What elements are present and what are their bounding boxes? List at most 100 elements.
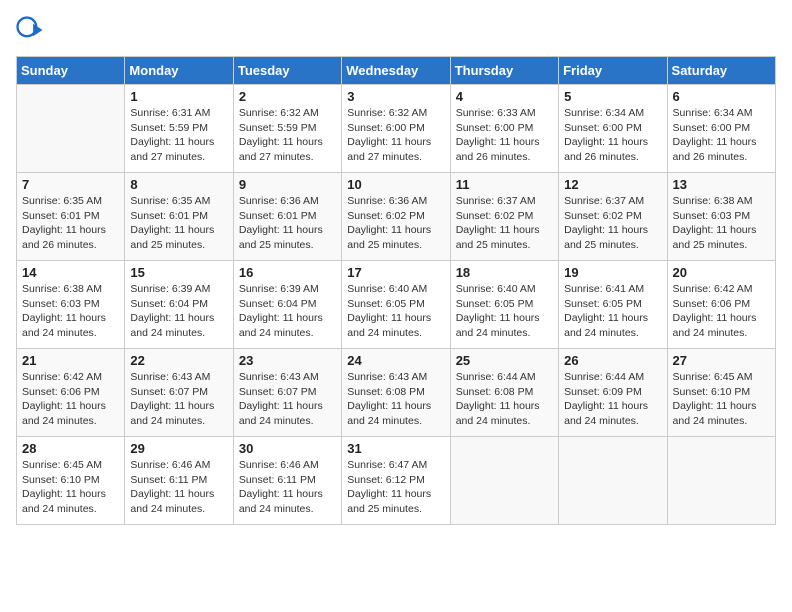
day-number: 17 bbox=[347, 265, 444, 280]
day-number: 26 bbox=[564, 353, 661, 368]
day-number: 7 bbox=[22, 177, 119, 192]
calendar-week-3: 14 Sunrise: 6:38 AMSunset: 6:03 PMDaylig… bbox=[17, 261, 776, 349]
day-detail: Sunrise: 6:45 AMSunset: 6:10 PMDaylight:… bbox=[673, 370, 770, 429]
calendar-cell: 5 Sunrise: 6:34 AMSunset: 6:00 PMDayligh… bbox=[559, 85, 667, 173]
day-detail: Sunrise: 6:38 AMSunset: 6:03 PMDaylight:… bbox=[22, 282, 119, 341]
day-detail: Sunrise: 6:37 AMSunset: 6:02 PMDaylight:… bbox=[456, 194, 553, 253]
day-number: 5 bbox=[564, 89, 661, 104]
day-detail: Sunrise: 6:42 AMSunset: 6:06 PMDaylight:… bbox=[673, 282, 770, 341]
day-number: 6 bbox=[673, 89, 770, 104]
calendar-cell: 19 Sunrise: 6:41 AMSunset: 6:05 PMDaylig… bbox=[559, 261, 667, 349]
calendar-cell: 24 Sunrise: 6:43 AMSunset: 6:08 PMDaylig… bbox=[342, 349, 450, 437]
day-detail: Sunrise: 6:40 AMSunset: 6:05 PMDaylight:… bbox=[456, 282, 553, 341]
calendar-cell bbox=[667, 437, 775, 525]
calendar-cell bbox=[17, 85, 125, 173]
day-detail: Sunrise: 6:46 AMSunset: 6:11 PMDaylight:… bbox=[239, 458, 336, 517]
day-header-saturday: Saturday bbox=[667, 57, 775, 85]
calendar-cell: 13 Sunrise: 6:38 AMSunset: 6:03 PMDaylig… bbox=[667, 173, 775, 261]
day-number: 28 bbox=[22, 441, 119, 456]
calendar-cell: 23 Sunrise: 6:43 AMSunset: 6:07 PMDaylig… bbox=[233, 349, 341, 437]
day-detail: Sunrise: 6:31 AMSunset: 5:59 PMDaylight:… bbox=[130, 106, 227, 165]
calendar-cell: 30 Sunrise: 6:46 AMSunset: 6:11 PMDaylig… bbox=[233, 437, 341, 525]
day-number: 11 bbox=[456, 177, 553, 192]
day-number: 14 bbox=[22, 265, 119, 280]
day-number: 9 bbox=[239, 177, 336, 192]
calendar-cell: 12 Sunrise: 6:37 AMSunset: 6:02 PMDaylig… bbox=[559, 173, 667, 261]
day-detail: Sunrise: 6:44 AMSunset: 6:09 PMDaylight:… bbox=[564, 370, 661, 429]
calendar-cell: 4 Sunrise: 6:33 AMSunset: 6:00 PMDayligh… bbox=[450, 85, 558, 173]
day-detail: Sunrise: 6:43 AMSunset: 6:07 PMDaylight:… bbox=[239, 370, 336, 429]
day-detail: Sunrise: 6:37 AMSunset: 6:02 PMDaylight:… bbox=[564, 194, 661, 253]
calendar-cell: 22 Sunrise: 6:43 AMSunset: 6:07 PMDaylig… bbox=[125, 349, 233, 437]
calendar-cell: 11 Sunrise: 6:37 AMSunset: 6:02 PMDaylig… bbox=[450, 173, 558, 261]
day-detail: Sunrise: 6:38 AMSunset: 6:03 PMDaylight:… bbox=[673, 194, 770, 253]
day-number: 13 bbox=[673, 177, 770, 192]
day-header-wednesday: Wednesday bbox=[342, 57, 450, 85]
day-number: 22 bbox=[130, 353, 227, 368]
day-detail: Sunrise: 6:47 AMSunset: 6:12 PMDaylight:… bbox=[347, 458, 444, 517]
day-detail: Sunrise: 6:43 AMSunset: 6:08 PMDaylight:… bbox=[347, 370, 444, 429]
day-number: 23 bbox=[239, 353, 336, 368]
day-number: 4 bbox=[456, 89, 553, 104]
calendar-cell: 10 Sunrise: 6:36 AMSunset: 6:02 PMDaylig… bbox=[342, 173, 450, 261]
calendar-cell: 18 Sunrise: 6:40 AMSunset: 6:05 PMDaylig… bbox=[450, 261, 558, 349]
day-number: 27 bbox=[673, 353, 770, 368]
day-detail: Sunrise: 6:41 AMSunset: 6:05 PMDaylight:… bbox=[564, 282, 661, 341]
calendar-cell: 6 Sunrise: 6:34 AMSunset: 6:00 PMDayligh… bbox=[667, 85, 775, 173]
calendar-cell: 20 Sunrise: 6:42 AMSunset: 6:06 PMDaylig… bbox=[667, 261, 775, 349]
calendar-week-5: 28 Sunrise: 6:45 AMSunset: 6:10 PMDaylig… bbox=[17, 437, 776, 525]
day-detail: Sunrise: 6:44 AMSunset: 6:08 PMDaylight:… bbox=[456, 370, 553, 429]
day-header-sunday: Sunday bbox=[17, 57, 125, 85]
calendar-cell: 28 Sunrise: 6:45 AMSunset: 6:10 PMDaylig… bbox=[17, 437, 125, 525]
day-detail: Sunrise: 6:32 AMSunset: 6:00 PMDaylight:… bbox=[347, 106, 444, 165]
day-number: 3 bbox=[347, 89, 444, 104]
day-header-monday: Monday bbox=[125, 57, 233, 85]
calendar-cell bbox=[450, 437, 558, 525]
calendar-cell: 29 Sunrise: 6:46 AMSunset: 6:11 PMDaylig… bbox=[125, 437, 233, 525]
day-number: 29 bbox=[130, 441, 227, 456]
day-number: 16 bbox=[239, 265, 336, 280]
day-detail: Sunrise: 6:46 AMSunset: 6:11 PMDaylight:… bbox=[130, 458, 227, 517]
day-detail: Sunrise: 6:32 AMSunset: 5:59 PMDaylight:… bbox=[239, 106, 336, 165]
day-header-thursday: Thursday bbox=[450, 57, 558, 85]
calendar-cell: 27 Sunrise: 6:45 AMSunset: 6:10 PMDaylig… bbox=[667, 349, 775, 437]
day-detail: Sunrise: 6:35 AMSunset: 6:01 PMDaylight:… bbox=[130, 194, 227, 253]
day-number: 30 bbox=[239, 441, 336, 456]
calendar-week-2: 7 Sunrise: 6:35 AMSunset: 6:01 PMDayligh… bbox=[17, 173, 776, 261]
day-number: 12 bbox=[564, 177, 661, 192]
calendar-cell: 17 Sunrise: 6:40 AMSunset: 6:05 PMDaylig… bbox=[342, 261, 450, 349]
day-detail: Sunrise: 6:39 AMSunset: 6:04 PMDaylight:… bbox=[130, 282, 227, 341]
day-detail: Sunrise: 6:34 AMSunset: 6:00 PMDaylight:… bbox=[673, 106, 770, 165]
day-detail: Sunrise: 6:42 AMSunset: 6:06 PMDaylight:… bbox=[22, 370, 119, 429]
calendar-cell: 26 Sunrise: 6:44 AMSunset: 6:09 PMDaylig… bbox=[559, 349, 667, 437]
day-header-tuesday: Tuesday bbox=[233, 57, 341, 85]
day-number: 2 bbox=[239, 89, 336, 104]
day-number: 10 bbox=[347, 177, 444, 192]
logo-icon bbox=[16, 16, 44, 44]
calendar-week-4: 21 Sunrise: 6:42 AMSunset: 6:06 PMDaylig… bbox=[17, 349, 776, 437]
calendar-cell: 15 Sunrise: 6:39 AMSunset: 6:04 PMDaylig… bbox=[125, 261, 233, 349]
day-detail: Sunrise: 6:34 AMSunset: 6:00 PMDaylight:… bbox=[564, 106, 661, 165]
day-number: 21 bbox=[22, 353, 119, 368]
day-number: 24 bbox=[347, 353, 444, 368]
day-number: 18 bbox=[456, 265, 553, 280]
day-number: 15 bbox=[130, 265, 227, 280]
calendar-cell: 7 Sunrise: 6:35 AMSunset: 6:01 PMDayligh… bbox=[17, 173, 125, 261]
calendar-table: SundayMondayTuesdayWednesdayThursdayFrid… bbox=[16, 56, 776, 525]
day-number: 8 bbox=[130, 177, 227, 192]
calendar-cell: 1 Sunrise: 6:31 AMSunset: 5:59 PMDayligh… bbox=[125, 85, 233, 173]
calendar-cell: 3 Sunrise: 6:32 AMSunset: 6:00 PMDayligh… bbox=[342, 85, 450, 173]
calendar-body: 1 Sunrise: 6:31 AMSunset: 5:59 PMDayligh… bbox=[17, 85, 776, 525]
calendar-cell: 16 Sunrise: 6:39 AMSunset: 6:04 PMDaylig… bbox=[233, 261, 341, 349]
day-detail: Sunrise: 6:43 AMSunset: 6:07 PMDaylight:… bbox=[130, 370, 227, 429]
calendar-cell: 2 Sunrise: 6:32 AMSunset: 5:59 PMDayligh… bbox=[233, 85, 341, 173]
calendar-cell: 21 Sunrise: 6:42 AMSunset: 6:06 PMDaylig… bbox=[17, 349, 125, 437]
calendar-cell: 31 Sunrise: 6:47 AMSunset: 6:12 PMDaylig… bbox=[342, 437, 450, 525]
day-detail: Sunrise: 6:39 AMSunset: 6:04 PMDaylight:… bbox=[239, 282, 336, 341]
header bbox=[16, 16, 776, 44]
calendar-week-1: 1 Sunrise: 6:31 AMSunset: 5:59 PMDayligh… bbox=[17, 85, 776, 173]
day-number: 1 bbox=[130, 89, 227, 104]
day-detail: Sunrise: 6:36 AMSunset: 6:02 PMDaylight:… bbox=[347, 194, 444, 253]
day-detail: Sunrise: 6:40 AMSunset: 6:05 PMDaylight:… bbox=[347, 282, 444, 341]
day-number: 19 bbox=[564, 265, 661, 280]
